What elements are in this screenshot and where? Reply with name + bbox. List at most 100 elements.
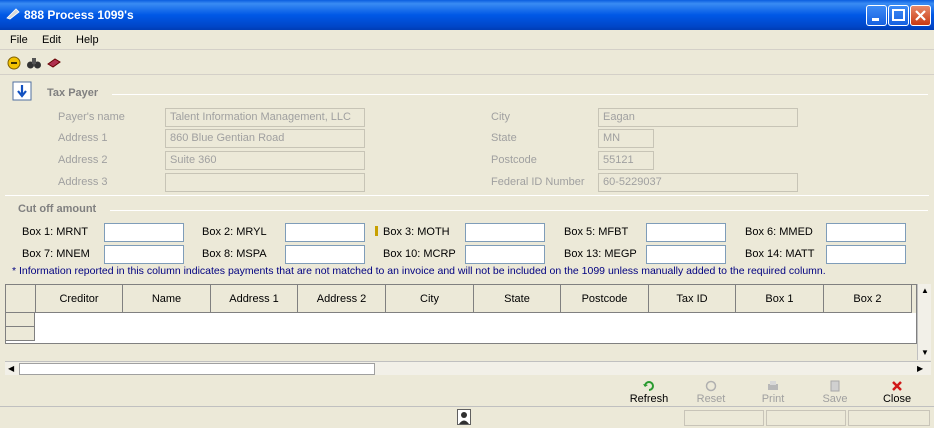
row-selector[interactable] [6,327,35,341]
box8-label: Box 8: MSPA [202,248,267,260]
postcode-field[interactable]: 55121 [598,151,654,170]
save-label: Save [822,393,848,405]
col-header-tax-id[interactable]: Tax ID [649,285,736,313]
address1-label: Address 1 [58,132,108,144]
address2-field[interactable]: Suite 360 [165,151,365,170]
box5-input[interactable] [646,223,726,242]
col-header-postcode[interactable]: Postcode [561,285,649,313]
col-header-name[interactable]: Name [123,285,211,313]
scroll-right-icon[interactable]: ▶ [917,364,923,373]
col-header-box2[interactable]: Box 2 [824,285,912,313]
box3-label: Box 3: MOTH [383,226,450,238]
refresh-label: Refresh [629,393,669,405]
status-cell [848,410,930,426]
payers-name-field[interactable]: Talent Information Management, LLC [165,108,365,127]
menu-edit[interactable]: Edit [42,34,61,46]
print-button[interactable]: Print [744,378,802,406]
scroll-up-icon[interactable]: ▲ [921,286,929,295]
maximize-icon [892,9,905,21]
federal-id-label: Federal ID Number [491,176,585,188]
scroll-down-icon[interactable]: ▼ [921,348,929,357]
col-header-address1[interactable]: Address 1 [211,285,298,313]
refresh-icon [643,381,654,391]
minimize-icon [872,18,879,21]
user-icon [457,409,471,425]
tax-payer-title: Tax Payer [47,87,99,99]
box1-input[interactable] [104,223,184,242]
box10-label: Box 10: MCRP [383,248,456,260]
window-title: 888 Process 1099's [24,8,134,22]
box5-label: Box 5: MFBT [564,226,629,238]
row-selector[interactable] [6,313,35,327]
info-marker-icon [375,226,378,236]
minimize-button[interactable] [866,5,887,26]
address1-field[interactable]: 860 Blue Gentian Road [165,129,365,148]
close-icon [915,10,926,21]
col-header-city[interactable]: City [386,285,474,313]
section-separator [5,195,929,196]
close-button[interactable]: Close [868,378,926,406]
process-1099-window: 888 Process 1099's File Edit Help Tax Pa [0,0,934,428]
menu-file[interactable]: File [10,34,28,46]
refresh-button[interactable]: Refresh [620,378,678,406]
box1-label: Box 1: MRNT [22,226,89,238]
box14-label: Box 14: MATT [745,248,815,260]
city-label: City [491,111,510,123]
col-header-box1[interactable]: Box 1 [736,285,824,313]
binoculars-icon[interactable] [26,55,42,71]
box7-label: Box 7: MNEM [22,248,90,260]
status-bar [0,406,934,428]
federal-id-field[interactable]: 60-5229037 [598,173,798,192]
reset-label: Reset [696,393,726,405]
box7-input[interactable] [104,245,184,264]
box3-input[interactable] [465,223,545,242]
box10-input[interactable] [465,245,545,264]
menu-bar: File Edit Help [0,30,934,50]
cutoff-note: * Information reported in this column in… [12,265,826,277]
box13-label: Box 13: MEGP [564,248,637,260]
window-close-button[interactable] [910,5,931,26]
reset-icon [705,380,717,392]
horizontal-scrollbar[interactable]: ◀ ▶ [5,361,931,375]
box6-input[interactable] [826,223,906,242]
save-icon [830,380,840,392]
state-field[interactable]: MN [598,129,654,148]
vertical-scrollbar[interactable]: ▲ ▼ [917,284,931,360]
expand-arrow-icon[interactable] [12,81,32,101]
box8-input[interactable] [285,245,365,264]
col-header-address2[interactable]: Address 2 [298,285,386,313]
book-icon[interactable] [46,55,62,71]
print-label: Print [761,393,785,405]
postcode-label: Postcode [491,154,537,166]
reset-button[interactable]: Reset [682,378,740,406]
state-label: State [491,132,517,144]
creditor-grid[interactable]: Creditor Name Address 1 Address 2 City S… [5,284,917,344]
scroll-left-icon[interactable]: ◀ [8,364,14,373]
address3-label: Address 3 [58,176,108,188]
grid-header: Creditor Name Address 1 Address 2 City S… [6,285,916,313]
box14-input[interactable] [826,245,906,264]
maximize-button[interactable] [888,5,909,26]
status-cell [684,410,764,426]
close-x-icon [892,381,902,391]
scroll-thumb[interactable] [19,363,375,375]
pen-icon [6,8,20,20]
grid-corner [6,285,36,313]
status-cell [766,410,846,426]
col-header-state[interactable]: State [474,285,561,313]
coin-icon[interactable] [6,55,22,71]
box6-label: Box 6: MMED [745,226,813,238]
city-field[interactable]: Eagan [598,108,798,127]
title-bar[interactable]: 888 Process 1099's [0,0,934,30]
cutoff-divider [110,210,928,211]
save-button[interactable]: Save [806,378,864,406]
tax-payer-divider [112,94,928,95]
box2-label: Box 2: MRYL [202,226,267,238]
box2-input[interactable] [285,223,365,242]
box13-input[interactable] [646,245,726,264]
address3-field[interactable] [165,173,365,192]
cutoff-title: Cut off amount [18,203,97,215]
menu-help[interactable]: Help [76,34,99,46]
col-header-creditor[interactable]: Creditor [36,285,123,313]
payers-name-label: Payer's name [58,111,125,123]
